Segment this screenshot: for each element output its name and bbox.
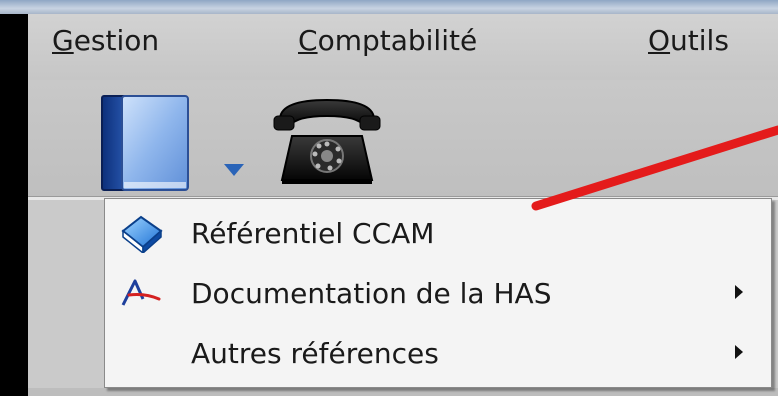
dropdown-item-autres-references[interactable]: Autres références bbox=[105, 325, 771, 383]
bottom-edge bbox=[28, 388, 778, 396]
book-icon bbox=[101, 95, 189, 191]
menu-comptabilite[interactable]: Comptabilité bbox=[298, 24, 477, 57]
menu-gestion-mnemonic: G bbox=[52, 24, 74, 57]
menu-comptabilite-mnemonic: C bbox=[298, 24, 318, 57]
submenu-arrow-icon bbox=[735, 345, 743, 359]
telephone-icon bbox=[273, 98, 381, 184]
menu-gestion-rest: estion bbox=[73, 24, 160, 57]
dropdown-item-label: Autres références bbox=[191, 337, 439, 370]
menu-outils-rest: utils bbox=[670, 24, 729, 57]
left-border bbox=[0, 14, 28, 396]
menu-gestion[interactable]: Gestion bbox=[52, 24, 159, 57]
window-title-strip bbox=[0, 0, 778, 14]
outils-dropdown-menu: Référentiel CCAM Documentation de la HAS… bbox=[104, 198, 772, 388]
dropdown-item-label: Référentiel CCAM bbox=[191, 217, 435, 250]
submenu-arrow-icon bbox=[735, 285, 743, 299]
telephone-button[interactable] bbox=[272, 96, 382, 186]
menu-outils-mnemonic: O bbox=[648, 24, 671, 57]
menu-outils[interactable]: Outils bbox=[648, 24, 729, 57]
has-logo-icon bbox=[119, 273, 163, 313]
dropdown-item-referentiel-ccam[interactable]: Référentiel CCAM bbox=[105, 205, 771, 263]
dropdown-item-documentation-has[interactable]: Documentation de la HAS bbox=[105, 265, 771, 323]
book-button[interactable] bbox=[100, 94, 192, 192]
book-dropdown-button[interactable] bbox=[222, 160, 246, 180]
dropdown-item-label: Documentation de la HAS bbox=[191, 277, 552, 310]
book-icon bbox=[119, 213, 163, 255]
menu-comptabilite-rest: omptabilité bbox=[317, 24, 478, 57]
chevron-down-icon bbox=[224, 164, 244, 176]
